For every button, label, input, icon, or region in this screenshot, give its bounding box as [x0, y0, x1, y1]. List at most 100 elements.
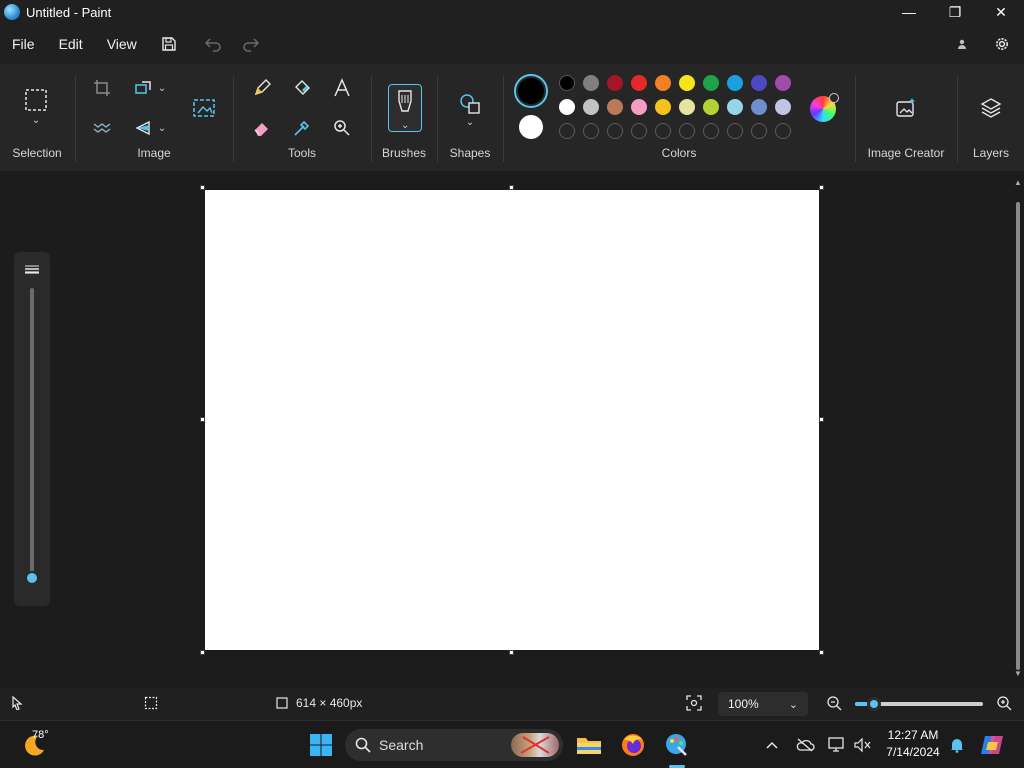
resize-handle-left[interactable] — [200, 417, 205, 422]
restore-button[interactable]: ❐ — [932, 0, 978, 24]
background-removal-button[interactable] — [88, 114, 116, 142]
menu-edit[interactable]: Edit — [47, 30, 95, 58]
color-swatch[interactable] — [727, 75, 743, 91]
resize-handle-top-right[interactable] — [819, 185, 824, 190]
minimize-button[interactable]: — — [886, 0, 932, 24]
custom-color-slot[interactable] — [559, 123, 575, 139]
canvas-workspace[interactable]: ▲ ▼ — [0, 172, 1024, 688]
resize-handle-top-left[interactable] — [200, 185, 205, 190]
onedrive-button[interactable] — [794, 735, 816, 755]
custom-color-slot[interactable] — [703, 123, 719, 139]
notifications-button[interactable] — [948, 735, 966, 755]
color-swatch[interactable] — [655, 99, 671, 115]
selection-dropdown[interactable]: ⌄ — [22, 112, 50, 128]
network-button[interactable] — [826, 735, 848, 755]
custom-color-slot[interactable] — [751, 123, 767, 139]
color-swatch[interactable] — [775, 75, 791, 91]
taskbar-search[interactable]: Search — [345, 729, 563, 761]
start-button[interactable] — [306, 729, 336, 761]
paint-taskbar-button[interactable] — [662, 729, 692, 761]
secondary-color-swatch[interactable] — [519, 115, 543, 139]
menu-view[interactable]: View — [95, 30, 149, 58]
resize-handle-bottom-right[interactable] — [819, 650, 824, 655]
color-swatch[interactable] — [607, 75, 623, 91]
magnifier-button[interactable] — [328, 114, 356, 142]
color-swatch[interactable] — [751, 75, 767, 91]
firefox-button[interactable] — [618, 729, 648, 761]
color-swatch[interactable] — [631, 99, 647, 115]
close-button[interactable]: ✕ — [978, 0, 1024, 24]
chevron-up-icon — [766, 741, 778, 749]
custom-color-slot[interactable] — [583, 123, 599, 139]
file-explorer-button[interactable] — [574, 729, 604, 761]
color-swatch[interactable] — [559, 99, 575, 115]
account-button[interactable] — [950, 30, 974, 58]
crop-button[interactable] — [88, 74, 116, 102]
menu-file[interactable]: File — [0, 30, 47, 58]
tools-label: Tools — [287, 146, 316, 160]
brushes-button[interactable]: ⌄ — [388, 84, 422, 132]
primary-color-swatch[interactable] — [514, 74, 548, 108]
zoom-slider-track[interactable] — [855, 697, 983, 711]
color-swatch[interactable] — [751, 99, 767, 115]
brush-size-thumb[interactable] — [25, 571, 39, 585]
brush-size-track[interactable] — [30, 288, 34, 578]
pencil-button[interactable] — [248, 74, 276, 102]
resize-handle-bottom-left[interactable] — [200, 650, 205, 655]
color-picker-button[interactable] — [288, 114, 316, 142]
zoom-out-icon — [827, 696, 842, 711]
fit-to-window-button[interactable] — [686, 695, 702, 711]
color-swatch[interactable] — [703, 75, 719, 91]
custom-color-slot[interactable] — [727, 123, 743, 139]
resize-handle-right[interactable] — [819, 417, 824, 422]
zoom-select[interactable]: 100% ⌄ — [718, 692, 808, 716]
flip-dropdown[interactable]: ⌄ — [154, 114, 170, 142]
resize-dropdown[interactable]: ⌄ — [154, 74, 170, 102]
color-swatch[interactable] — [655, 75, 671, 91]
show-hidden-icons-button[interactable] — [762, 735, 782, 755]
resize-handle-top[interactable] — [509, 185, 514, 190]
shapes-dropdown[interactable]: ⌄ — [456, 114, 484, 130]
eraser-button[interactable] — [248, 114, 276, 142]
zoom-slider-thumb[interactable] — [867, 697, 882, 711]
scroll-up-icon[interactable]: ▲ — [1014, 178, 1022, 187]
volume-button[interactable] — [852, 735, 874, 755]
custom-color-slot[interactable] — [679, 123, 695, 139]
custom-color-slot[interactable] — [775, 123, 791, 139]
color-swatch[interactable] — [727, 99, 743, 115]
color-swatch[interactable] — [703, 99, 719, 115]
settings-button[interactable] — [990, 30, 1014, 58]
custom-color-slot[interactable] — [631, 123, 647, 139]
image-creator-button[interactable] — [892, 94, 920, 122]
scrollbar-thumb[interactable] — [1016, 202, 1020, 670]
color-swatch[interactable] — [583, 75, 599, 91]
save-button[interactable] — [155, 30, 183, 58]
color-swatch[interactable] — [583, 99, 599, 115]
color-swatch[interactable] — [631, 75, 647, 91]
drawing-canvas[interactable] — [205, 190, 819, 650]
weather-widget[interactable]: 78° — [16, 727, 52, 763]
color-swatch[interactable] — [679, 75, 695, 91]
undo-button[interactable] — [199, 30, 227, 58]
selection-button[interactable] — [22, 86, 50, 114]
zoom-in-button[interactable] — [996, 695, 1012, 711]
zoom-out-button[interactable] — [826, 695, 842, 711]
vertical-scrollbar[interactable]: ▲ ▼ — [1014, 178, 1022, 678]
copilot-button[interactable] — [978, 731, 1006, 759]
color-swatch[interactable] — [607, 99, 623, 115]
clock-date: 7/14/2024 — [886, 745, 940, 759]
clock[interactable]: 12:27 AM 7/14/2024 — [880, 727, 946, 761]
custom-color-slot[interactable] — [655, 123, 671, 139]
image-options-button[interactable] — [190, 94, 218, 122]
color-swatch[interactable] — [775, 99, 791, 115]
text-button[interactable] — [328, 74, 356, 102]
fill-button[interactable] — [288, 74, 316, 102]
redo-button[interactable] — [237, 30, 265, 58]
custom-color-slot[interactable] — [607, 123, 623, 139]
color-swatch[interactable] — [679, 99, 695, 115]
color-swatch[interactable] — [559, 75, 575, 91]
edit-colors-button[interactable] — [810, 93, 839, 122]
scroll-down-icon[interactable]: ▼ — [1014, 669, 1022, 678]
resize-handle-bottom[interactable] — [509, 650, 514, 655]
layers-button[interactable] — [977, 94, 1005, 122]
